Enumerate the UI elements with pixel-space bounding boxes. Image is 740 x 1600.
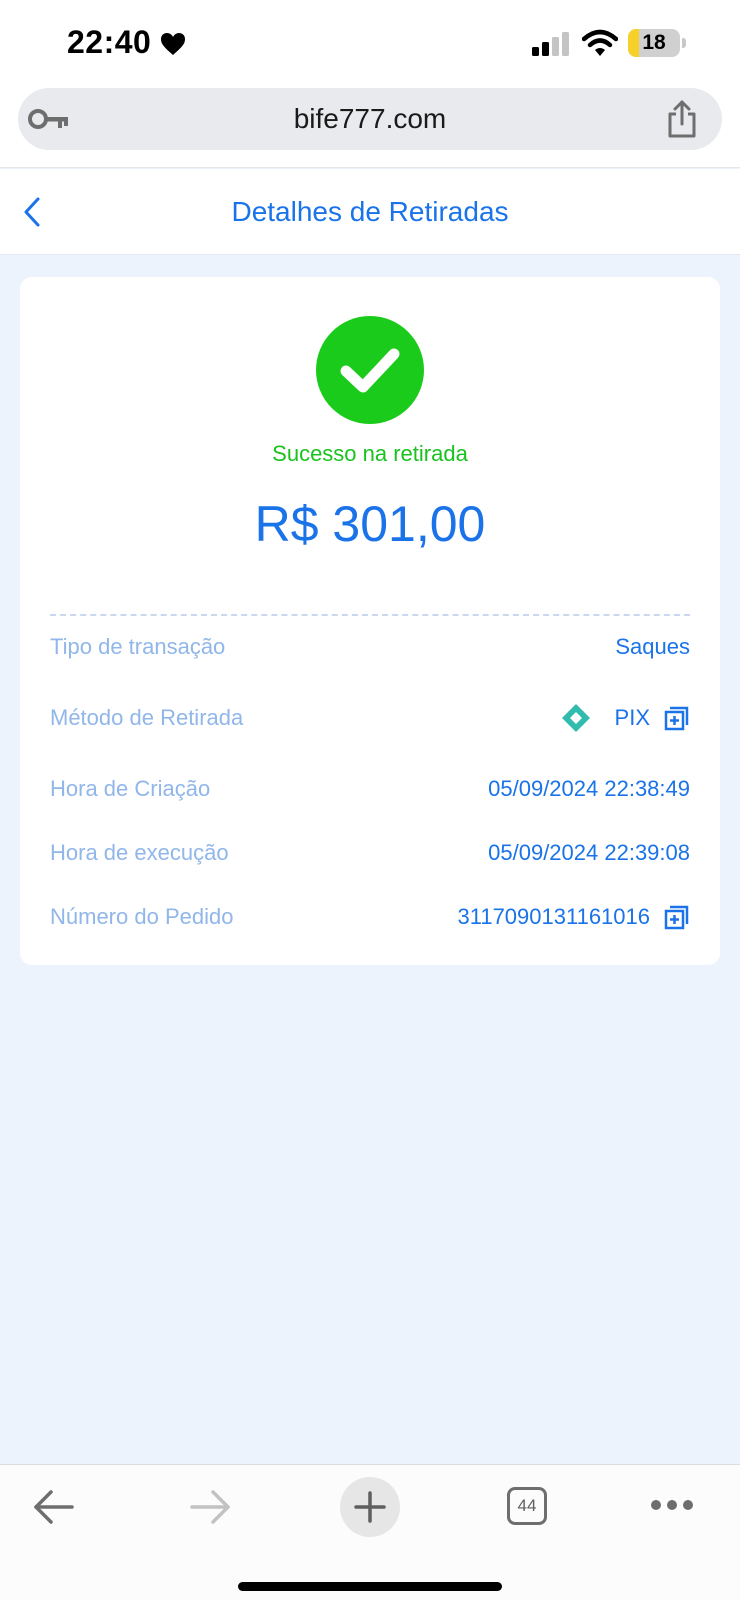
url-text[interactable]: bife777.com	[18, 88, 722, 150]
page-title: Detalhes de Retiradas	[231, 195, 509, 227]
copy-icon[interactable]	[664, 705, 690, 731]
row-creation-time: Hora de Criação 05/09/2024 22:38:49	[50, 769, 690, 809]
withdrawal-method-value: PIX	[614, 705, 650, 730]
screen: 22:40 18 bife777.com Detalhes de Retirad…	[0, 0, 740, 1600]
row-value: Saques	[615, 634, 690, 659]
arrow-left-icon[interactable]	[32, 1487, 76, 1527]
row-label: Número do Pedido	[50, 904, 234, 929]
check-circle-icon	[316, 316, 424, 424]
more-icon[interactable]	[650, 1499, 694, 1511]
row-value: 05/09/2024 22:39:08	[488, 840, 690, 865]
wifi-icon	[582, 29, 618, 56]
row-transaction-type: Tipo de transação Saques	[50, 627, 690, 667]
row-value: 05/09/2024 22:38:49	[488, 776, 690, 801]
browser-address-area: bife777.com	[0, 88, 740, 168]
share-icon[interactable]	[666, 100, 698, 138]
row-label: Hora de execução	[50, 840, 229, 865]
status-text: Sucesso na retirada	[272, 441, 468, 466]
copy-icon[interactable]	[664, 904, 690, 930]
row-withdrawal-method: Método de Retirada PIX	[50, 698, 690, 738]
pix-icon	[561, 704, 590, 732]
browser-toolbar: 44	[0, 1464, 740, 1600]
page-header: Detalhes de Retiradas	[0, 169, 740, 255]
plus-icon	[354, 1491, 386, 1523]
cellular-signal-icon	[532, 32, 569, 56]
dashed-divider	[50, 614, 690, 616]
status-time: 22:40	[67, 24, 152, 60]
address-bar[interactable]: bife777.com	[18, 88, 722, 150]
row-label: Método de Retirada	[50, 705, 244, 730]
withdrawal-details-card: Sucesso na retirada R$ 301,00 Tipo de tr…	[20, 277, 720, 965]
row-execution-time: Hora de execução 05/09/2024 22:39:08	[50, 833, 690, 873]
status-bar: 22:40 18	[0, 0, 740, 88]
row-value-container: PIX	[561, 703, 690, 733]
row-label: Tipo de transação	[50, 634, 226, 659]
battery-nub	[682, 38, 686, 48]
tab-count: 44	[517, 1496, 537, 1515]
row-label: Hora de Criação	[50, 776, 211, 801]
battery-icon: 18	[628, 29, 680, 57]
row-value-container: 3117090131161016	[458, 904, 691, 930]
row-order-number: Número do Pedido 3117090131161016	[50, 897, 690, 937]
heart-icon	[161, 33, 185, 55]
tabs-button[interactable]: 44	[507, 1487, 547, 1525]
home-indicator	[238, 1582, 502, 1591]
arrow-right-icon[interactable]	[188, 1487, 232, 1527]
battery-level: 18	[642, 31, 666, 54]
new-tab-button[interactable]	[340, 1477, 400, 1537]
order-number-value: 3117090131161016	[457, 904, 651, 929]
withdrawal-amount: R$ 301,00	[254, 496, 486, 552]
